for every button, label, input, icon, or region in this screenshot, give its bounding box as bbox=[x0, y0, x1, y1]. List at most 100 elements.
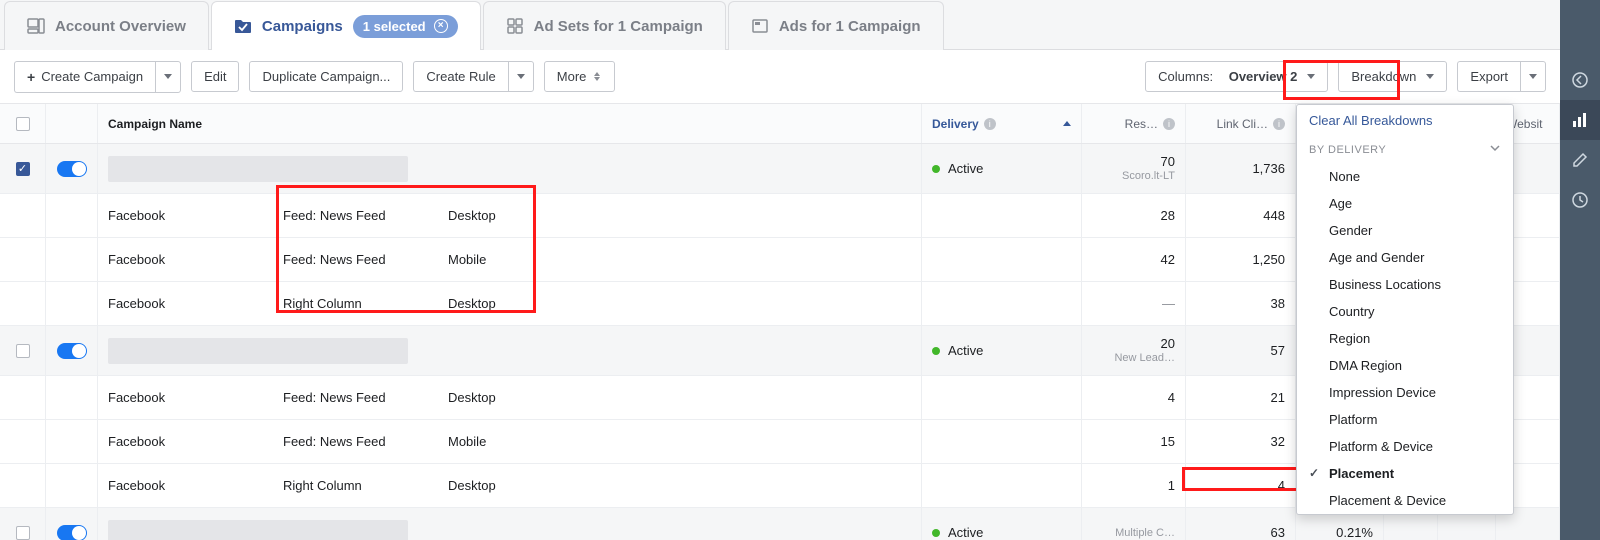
create-rule-button[interactable]: Create Rule bbox=[413, 61, 507, 92]
clicks-value: 21 bbox=[1271, 390, 1285, 405]
delivery-status: Active bbox=[948, 161, 983, 176]
clear-breakdowns-link[interactable]: Clear All Breakdowns bbox=[1297, 105, 1513, 136]
tab-account-overview[interactable]: Account Overview bbox=[4, 1, 209, 50]
breakdown-option[interactable]: Business Locations bbox=[1297, 271, 1513, 298]
header-label: Link Cli… bbox=[1217, 117, 1268, 131]
breakdown-option[interactable]: Gender bbox=[1297, 217, 1513, 244]
delivery-cell bbox=[922, 238, 1082, 281]
redacted-name bbox=[108, 156, 408, 182]
delivery-status: Active bbox=[948, 343, 983, 358]
button-label: Breakdown bbox=[1351, 69, 1416, 84]
select-all-checkbox[interactable] bbox=[16, 117, 30, 131]
delivery-cell: Active bbox=[922, 326, 1082, 375]
breakdown-name-cell: FacebookFeed: News FeedMobile bbox=[98, 420, 922, 463]
rail-edit-icon[interactable] bbox=[1560, 140, 1600, 180]
button-label: Create Campaign bbox=[41, 69, 143, 84]
row-checkbox[interactable]: ✓ bbox=[16, 162, 30, 176]
plus-icon: + bbox=[27, 69, 35, 85]
option-label: Age bbox=[1329, 196, 1352, 211]
delivery-cell bbox=[922, 420, 1082, 463]
more-button[interactable]: More bbox=[544, 61, 616, 92]
create-rule-group: Create Rule bbox=[413, 61, 533, 92]
clicks-value: 38 bbox=[1271, 296, 1285, 311]
row-checkbox-cell bbox=[0, 376, 46, 419]
clicks-value: 63 bbox=[1271, 525, 1285, 540]
breakdown-option[interactable]: Country bbox=[1297, 298, 1513, 325]
results-value: 20 bbox=[1161, 337, 1175, 351]
header-label: Campaign Name bbox=[108, 117, 202, 131]
breakdown-option[interactable]: Age bbox=[1297, 190, 1513, 217]
dropdown-section-header[interactable]: BY DELIVERY bbox=[1297, 136, 1513, 163]
breakdown-name-cell: FacebookRight ColumnDesktop bbox=[98, 282, 922, 325]
platform-value: Facebook bbox=[108, 390, 283, 405]
selected-count-pill[interactable]: 1 selected × bbox=[353, 15, 458, 38]
export-group: Export bbox=[1457, 61, 1546, 92]
row-toggle-cell bbox=[46, 326, 98, 375]
export-button[interactable]: Export bbox=[1457, 61, 1520, 92]
clear-selection-icon[interactable]: × bbox=[434, 19, 448, 33]
button-label: Edit bbox=[204, 69, 226, 84]
export-caret[interactable] bbox=[1520, 61, 1546, 92]
platform-value: Facebook bbox=[108, 478, 283, 493]
breakdown-option[interactable]: ✓Placement bbox=[1297, 460, 1513, 487]
row-checkbox-cell bbox=[0, 326, 46, 375]
breakdown-option[interactable]: Region bbox=[1297, 325, 1513, 352]
option-label: Age and Gender bbox=[1329, 250, 1424, 265]
tab-adsets[interactable]: Ad Sets for 1 Campaign bbox=[483, 1, 726, 50]
caret-down-icon bbox=[517, 74, 525, 79]
redacted-name bbox=[108, 520, 408, 540]
header-link-clicks[interactable]: Link Cli… i bbox=[1186, 104, 1296, 143]
clicks-value: 1,250 bbox=[1252, 252, 1285, 267]
status-toggle[interactable] bbox=[57, 343, 87, 359]
campaign-name-cell bbox=[98, 326, 922, 375]
delivery-cell bbox=[922, 464, 1082, 507]
clicks-cell: 1,250 bbox=[1186, 238, 1296, 281]
row-checkbox[interactable] bbox=[16, 344, 30, 358]
create-campaign-button[interactable]: + Create Campaign bbox=[14, 61, 155, 93]
tab-label: Account Overview bbox=[55, 18, 186, 35]
button-label: More bbox=[557, 69, 587, 84]
header-campaign-name[interactable]: Campaign Name bbox=[98, 104, 922, 143]
breakdown-option[interactable]: DMA Region bbox=[1297, 352, 1513, 379]
breakdown-option[interactable]: None bbox=[1297, 163, 1513, 190]
breakdown-dropdown: Clear All Breakdowns BY DELIVERY None Age… bbox=[1296, 104, 1514, 515]
status-toggle[interactable] bbox=[57, 161, 87, 177]
create-campaign-group: + Create Campaign bbox=[14, 61, 181, 93]
row-checkbox-cell bbox=[0, 282, 46, 325]
results-cell: 70Scoro.lt-LT bbox=[1082, 144, 1186, 193]
option-label: Gender bbox=[1329, 223, 1372, 238]
results-value: 28 bbox=[1161, 208, 1175, 223]
results-cell: Multiple C… bbox=[1082, 508, 1186, 540]
nav-tabs: Account Overview Campaigns 1 selected × … bbox=[0, 0, 1560, 50]
breakdown-option[interactable]: Age and Gender bbox=[1297, 244, 1513, 271]
clicks-value: 4 bbox=[1278, 478, 1285, 493]
row-checkbox-cell bbox=[0, 464, 46, 507]
create-campaign-caret[interactable] bbox=[155, 61, 181, 93]
breakdown-button[interactable]: Breakdown bbox=[1338, 61, 1447, 92]
breakdown-option[interactable]: Platform & Device bbox=[1297, 433, 1513, 460]
option-label: Placement bbox=[1329, 466, 1394, 481]
results-cell: 1 bbox=[1082, 464, 1186, 507]
rail-charts-icon[interactable] bbox=[1560, 100, 1600, 140]
rail-collapse-icon[interactable] bbox=[1560, 60, 1600, 100]
row-checkbox[interactable] bbox=[16, 526, 30, 540]
create-rule-caret[interactable] bbox=[508, 61, 534, 92]
clicks-value: 1,736 bbox=[1252, 161, 1285, 176]
columns-selector[interactable]: Columns: Overview 2 bbox=[1145, 61, 1328, 92]
tab-campaigns[interactable]: Campaigns 1 selected × bbox=[211, 1, 481, 50]
header-delivery[interactable]: Delivery i bbox=[922, 104, 1082, 143]
status-toggle[interactable] bbox=[57, 525, 87, 540]
breakdown-name-cell: FacebookFeed: News FeedDesktop bbox=[98, 194, 922, 237]
duplicate-button[interactable]: Duplicate Campaign... bbox=[249, 61, 403, 92]
header-results[interactable]: Res… i bbox=[1082, 104, 1186, 143]
results-cell: 20New Lead… bbox=[1082, 326, 1186, 375]
breakdown-option[interactable]: Impression Device bbox=[1297, 379, 1513, 406]
row-toggle-cell bbox=[46, 194, 98, 237]
rail-history-icon[interactable] bbox=[1560, 180, 1600, 220]
breakdown-option[interactable]: Placement & Device bbox=[1297, 487, 1513, 514]
breakdown-name-cell: FacebookRight ColumnDesktop bbox=[98, 464, 922, 507]
tab-ads[interactable]: Ads for 1 Campaign bbox=[728, 1, 944, 50]
header-label: Delivery bbox=[932, 117, 979, 131]
edit-button[interactable]: Edit bbox=[191, 61, 239, 92]
breakdown-option[interactable]: Platform bbox=[1297, 406, 1513, 433]
